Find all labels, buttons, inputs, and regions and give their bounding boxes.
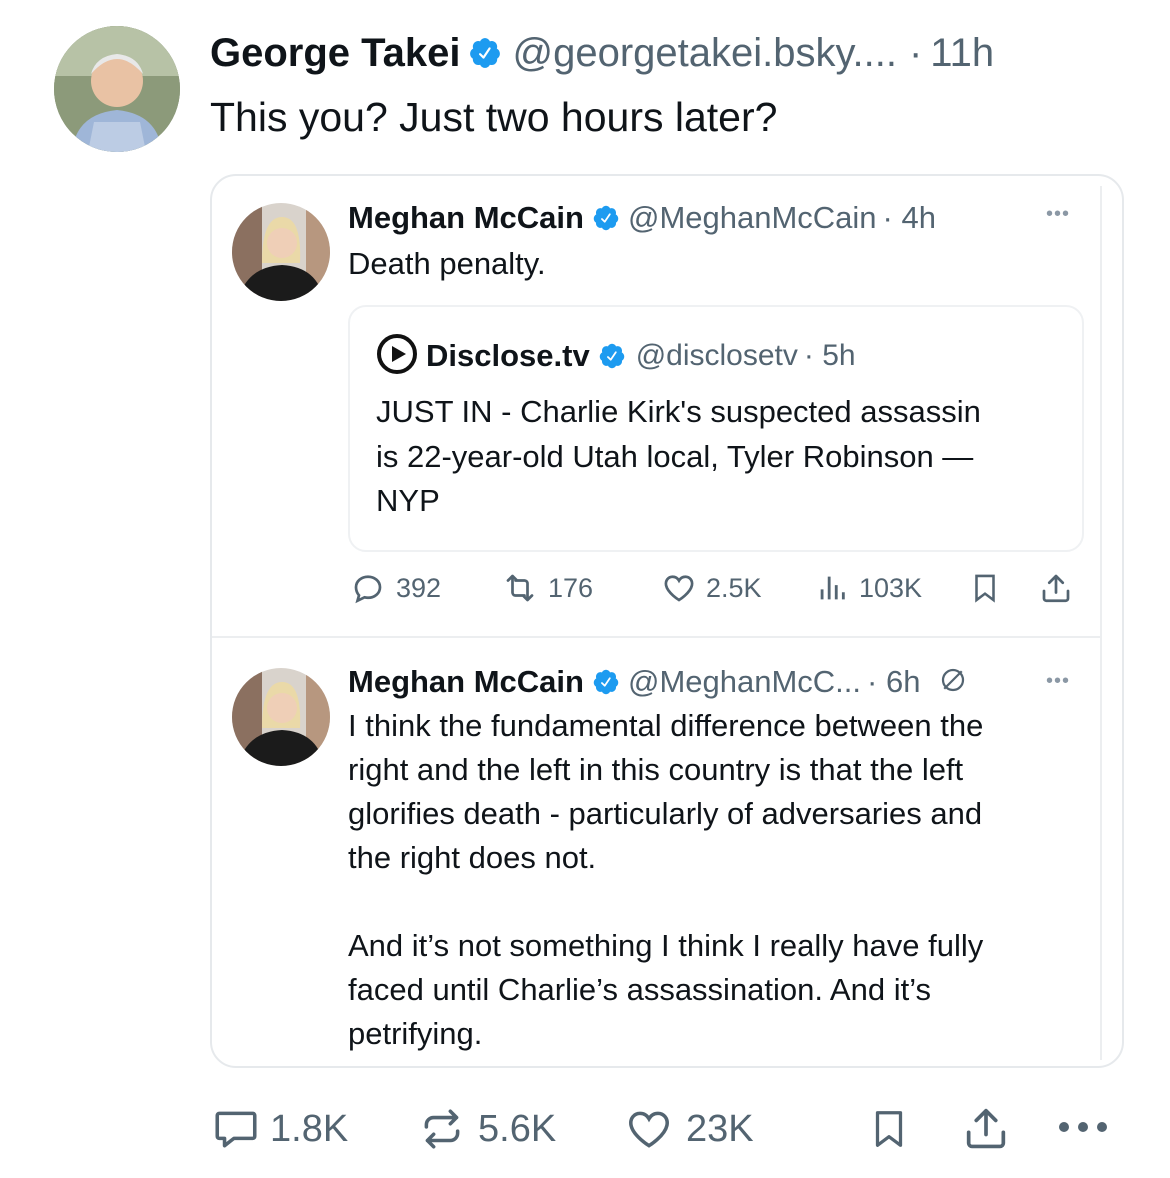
reply-button[interactable]: 1.8K	[210, 1104, 348, 1154]
author-handle[interactable]: @georgetakei.bsky....	[512, 31, 897, 76]
tweet2-line-1: I think the fundamental difference betwe…	[348, 708, 984, 743]
reply-icon	[354, 575, 382, 604]
share-button[interactable]	[960, 1102, 1012, 1159]
tweet1-bookmark-icon	[968, 570, 1002, 611]
quoted-time: · 5h	[803, 339, 856, 372]
tweet1-more-icon: •••	[1046, 203, 1071, 225]
edited-pencil-icon	[938, 665, 968, 700]
tweet1-text: Death penalty.	[348, 246, 546, 281]
tweet1-like-count: 2.5K	[706, 572, 762, 603]
views-icon	[820, 576, 845, 600]
avatar-photo	[232, 203, 330, 301]
verified-badge-icon	[592, 668, 620, 696]
quoted-text-line-2: is 22-year-old Utah local, Tyler Robinso…	[376, 439, 974, 474]
verified-badge-icon	[598, 342, 626, 370]
repost-icon	[424, 1109, 460, 1149]
post-text: This you? Just two hours later?	[210, 94, 778, 140]
quoted-text-line-3: NYP	[376, 483, 440, 518]
disclose-logo-icon	[376, 333, 418, 380]
author-name[interactable]: George Takei	[210, 31, 460, 76]
tweet-divider	[212, 636, 1102, 638]
time-separator: ·	[908, 30, 923, 75]
tweet1-author: Meghan McCain	[348, 200, 584, 235]
tweet1-reply-count: 392	[396, 572, 442, 603]
like-count: 23K	[686, 1107, 754, 1150]
reply-count: 1.8K	[270, 1107, 349, 1150]
verified-badge-icon	[468, 36, 502, 70]
tweet1-repost-count: 176	[548, 572, 594, 603]
tweet2-line-6: faced until Charlie’s assassination. And…	[348, 972, 932, 1007]
avatar-photo	[232, 668, 330, 766]
tweet2-line-7: petrifying.	[348, 1016, 483, 1051]
tweet1-repost-stat: 176	[500, 570, 593, 606]
more-icon	[1059, 1122, 1107, 1132]
avatar-photo	[54, 26, 180, 152]
tweet2-line-2: right and the left in this country is th…	[348, 752, 964, 787]
tweet1-time: · 4h	[882, 200, 936, 235]
repost-icon	[506, 574, 534, 602]
author-avatar[interactable]	[54, 26, 180, 152]
tweet2-line-4: the right does not.	[348, 840, 597, 875]
bookmark-icon	[875, 1111, 903, 1147]
tweet1-share-icon	[1038, 570, 1074, 611]
tweet1-reply-stat: 392	[350, 570, 441, 606]
quoted-handle: @disclosetv	[635, 339, 798, 372]
heart-icon	[629, 1111, 669, 1148]
post-time[interactable]: 11h	[930, 31, 994, 76]
tweet2-more-icon: •••	[1046, 670, 1071, 692]
tweet2-time: · 6h	[867, 664, 921, 699]
tweet2-avatar	[232, 668, 330, 766]
tweet2-author: Meghan McCain	[348, 664, 584, 699]
repost-count: 5.6K	[478, 1107, 557, 1150]
tweet1-handle: @MeghanMcCain	[627, 200, 877, 235]
more-options-button[interactable]	[1056, 1112, 1110, 1147]
reply-icon	[215, 1111, 257, 1148]
tweet1-views-count: 103K	[859, 572, 923, 603]
repost-button[interactable]: 5.6K	[416, 1104, 556, 1154]
like-button[interactable]: 23K	[622, 1104, 754, 1154]
tweet2-handle: @MeghanMcC...	[627, 664, 862, 699]
verified-badge-icon	[592, 204, 620, 232]
screenshot-right-edge	[1100, 186, 1102, 1060]
quoted-text-line-1: JUST IN - Charlie Kirk's suspected assas…	[376, 394, 981, 429]
tweet2-line-3: glorifies death - particularly of advers…	[348, 796, 983, 831]
bookmark-button[interactable]	[866, 1104, 912, 1159]
share-icon	[966, 1108, 1006, 1149]
tweet2-line-5: And it’s not something I think I really …	[348, 928, 984, 963]
tweet1-views-stat: 103K	[815, 570, 922, 606]
heart-icon	[664, 575, 694, 602]
quoted-author: Disclose.tv	[426, 338, 590, 373]
tweet1-avatar	[232, 203, 330, 301]
tweet1-like-stat: 2.5K	[660, 570, 762, 606]
